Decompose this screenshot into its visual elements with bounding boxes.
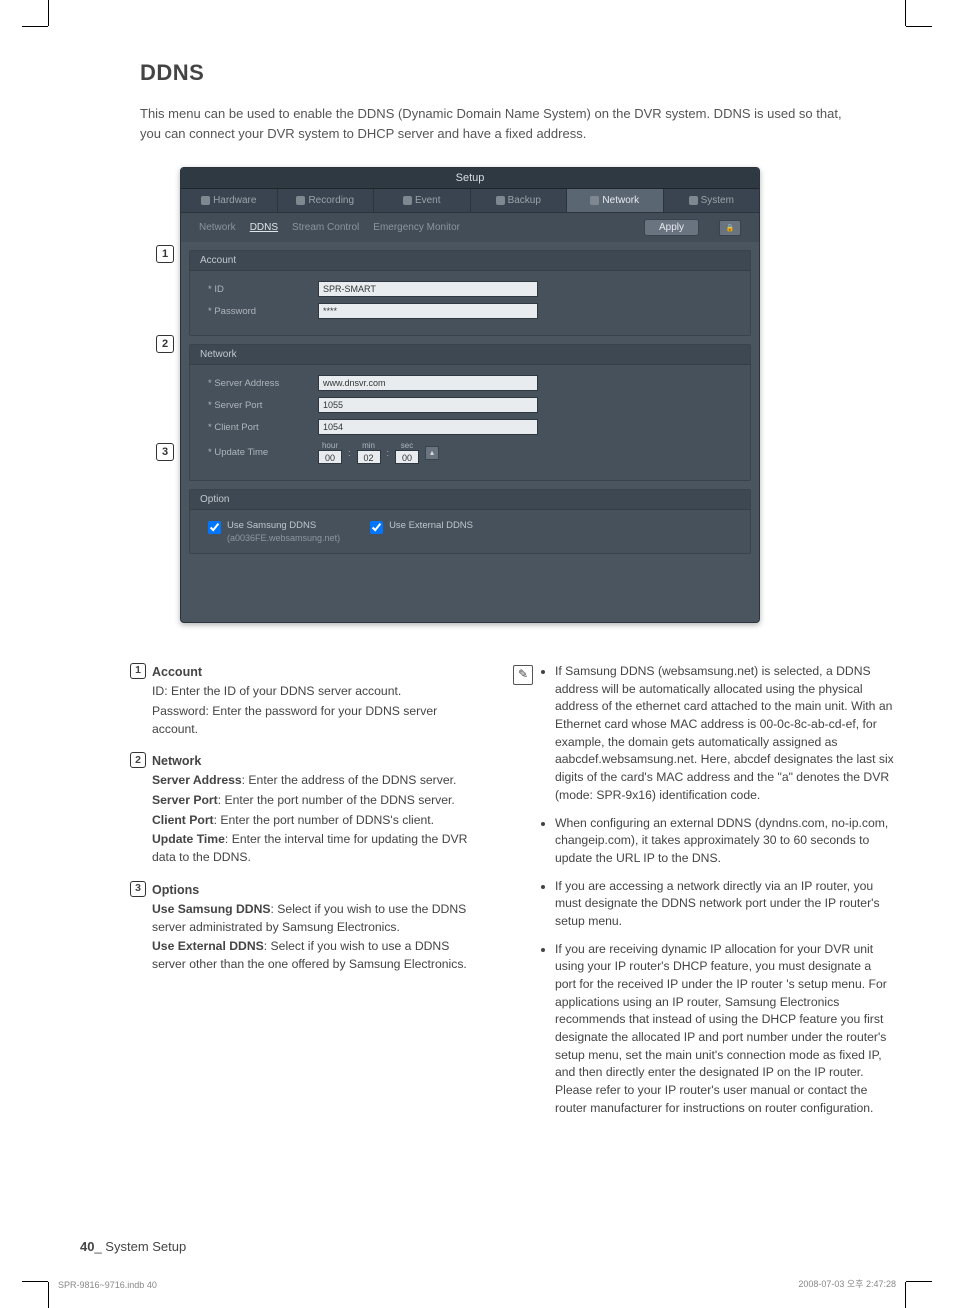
lock-icon[interactable]: 🔒 [719,220,741,236]
group-head-network: Network [190,345,750,365]
page-intro: This menu can be used to enable the DDNS… [140,104,860,143]
num-1: 1 [130,663,146,679]
hour-value[interactable]: 00 [318,450,342,464]
use-external-ddns-option[interactable]: Use External DDNS [370,520,473,534]
server-port-label: Server Port [208,400,308,411]
hour-label: hour [318,441,342,450]
subtab-emergency-monitor[interactable]: Emergency Monitor [373,222,460,233]
tab-label: Event [415,195,441,206]
meta-right: 2008-07-03 오후 2:47:28 [798,1277,896,1290]
update-time-control: hour00 : min02 : sec00 ▴ [318,441,439,464]
explanation-columns: 1 Account ID: Enter the ID of your DDNS … [130,663,894,1128]
meta-left: SPR-9816~9716.indb 40 [58,1280,157,1290]
page-title: DDNS [140,60,894,86]
page-footer: 40_ System Setup [80,1239,186,1254]
tab-label: Hardware [213,195,256,206]
tab-network[interactable]: Network [567,189,664,212]
use-external-ddns-checkbox[interactable] [370,521,383,534]
id-input[interactable] [318,281,538,297]
def-us-b: Use Samsung DDNS [152,902,271,916]
def-sp-t: : Enter the port number of the DDNS serv… [218,793,455,807]
tab-hardware[interactable]: Hardware [181,189,278,212]
def-cp-b: Client Port [152,813,214,827]
group-head-account: Account [190,251,750,271]
password-input[interactable] [318,303,538,319]
tab-label: Backup [508,195,541,206]
num-3: 3 [130,881,146,897]
tab-label: System [701,195,734,206]
def-account-id: ID: Enter the ID of your DDNS server acc… [152,683,483,701]
window-title: Setup [181,168,759,189]
callout-1: 1 [156,245,174,263]
num-2: 2 [130,752,146,768]
tab-event[interactable]: Event [374,189,471,212]
event-icon [403,196,412,205]
id-label: ID [208,284,308,295]
def-options-title: Options [152,881,483,899]
right-column-notes: ✎ If Samsung DDNS (websamsung.net) is se… [513,663,894,1128]
main-tabbar: Hardware Recording Event Backup Network … [181,189,759,213]
tab-system[interactable]: System [664,189,760,212]
tab-recording[interactable]: Recording [278,189,375,212]
sec-value[interactable]: 00 [395,450,419,464]
recording-icon [296,196,305,205]
screenshot-wrapper: 1 2 3 Setup Hardware Recording Event Bac… [180,167,894,623]
subtab-network[interactable]: Network [199,222,236,233]
password-label: Password [208,306,308,317]
client-port-input[interactable] [318,419,538,435]
hardware-icon [201,196,210,205]
page-number: 40 [80,1239,94,1254]
sub-tabbar: Network DDNS Stream Control Emergency Mo… [181,213,759,242]
def-options: 3 Options Use Samsung DDNS: Select if yo… [130,881,483,974]
time-spinner-icon[interactable]: ▴ [425,446,439,460]
callout-3: 3 [156,443,174,461]
note-4: If you are receiving dynamic IP allocati… [555,941,894,1118]
min-value[interactable]: 02 [357,450,381,464]
use-samsung-ddns-option[interactable]: Use Samsung DDNS (a0036FE.websamsung.net… [208,520,340,543]
group-head-option: Option [190,490,750,510]
client-port-label: Client Port [208,422,308,433]
callout-2: 2 [156,335,174,353]
def-account-title: Account [152,663,483,681]
note-3: If you are accessing a network directly … [555,878,894,931]
group-account: Account ID Password [189,250,751,336]
backup-icon [496,196,505,205]
tab-label: Network [602,195,639,206]
network-icon [590,196,599,205]
def-sa-t: : Enter the address of the DDNS server. [242,773,457,787]
left-column: 1 Account ID: Enter the ID of your DDNS … [130,663,483,1128]
use-samsung-ddns-sub: (a0036FE.websamsung.net) [227,533,340,543]
tab-backup[interactable]: Backup [471,189,568,212]
def-ut-b: Update Time [152,832,225,846]
def-sa-b: Server Address [152,773,242,787]
min-label: min [357,441,381,450]
def-ue-b: Use External DDNS [152,939,264,953]
apply-button[interactable]: Apply [644,219,699,236]
def-network-title: Network [152,752,483,770]
subtab-ddns[interactable]: DDNS [250,222,278,233]
note-icon: ✎ [513,665,533,685]
subtab-stream-control[interactable]: Stream Control [292,222,359,233]
note-2: When configuring an external DDNS (dyndn… [555,815,894,868]
def-network: 2 Network Server Address: Enter the addr… [130,752,483,867]
group-network: Network Server Address Server Port Clien… [189,344,751,481]
def-cp-t: : Enter the port number of DDNS's client… [214,813,434,827]
tab-label: Recording [308,195,354,206]
note-1: If Samsung DDNS (websamsung.net) is sele… [555,663,894,805]
update-time-label: Update Time [208,447,308,458]
use-samsung-ddns-checkbox[interactable] [208,521,221,534]
footer-label: _ System Setup [94,1239,186,1254]
def-sp-b: Server Port [152,793,218,807]
server-address-label: Server Address [208,378,308,389]
use-external-ddns-label: Use External DDNS [389,520,473,531]
sec-label: sec [395,441,419,450]
server-port-input[interactable] [318,397,538,413]
system-icon [689,196,698,205]
def-account-pw: Password: Enter the password for your DD… [152,703,483,738]
setup-window: Setup Hardware Recording Event Backup Ne… [180,167,760,623]
group-option: Option Use Samsung DDNS (a0036FE.websams… [189,489,751,554]
def-account: 1 Account ID: Enter the ID of your DDNS … [130,663,483,738]
use-samsung-ddns-label: Use Samsung DDNS [227,520,316,531]
server-address-input[interactable] [318,375,538,391]
